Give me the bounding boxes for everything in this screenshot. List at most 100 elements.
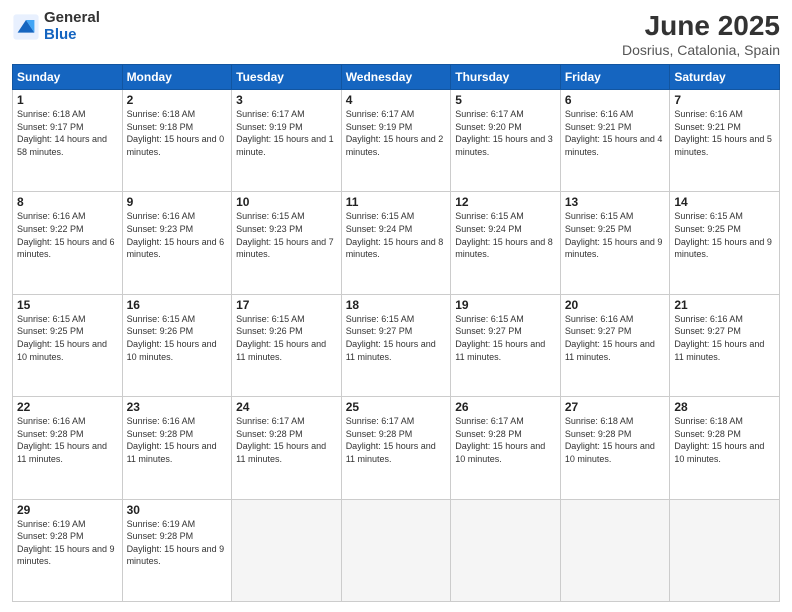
subtitle: Dosrius, Catalonia, Spain <box>622 42 780 58</box>
day-info: Sunrise: 6:19 AMSunset: 9:28 PMDaylight:… <box>17 518 118 568</box>
calendar-cell: 4Sunrise: 6:17 AMSunset: 9:19 PMDaylight… <box>341 90 451 192</box>
day-info: Sunrise: 6:17 AMSunset: 9:19 PMDaylight:… <box>236 108 337 158</box>
day-info: Sunrise: 6:15 AMSunset: 9:25 PMDaylight:… <box>17 313 118 363</box>
day-info: Sunrise: 6:15 AMSunset: 9:27 PMDaylight:… <box>346 313 447 363</box>
col-header-friday: Friday <box>560 65 670 90</box>
day-info: Sunrise: 6:17 AMSunset: 9:20 PMDaylight:… <box>455 108 556 158</box>
calendar-cell <box>341 499 451 601</box>
calendar-cell: 14Sunrise: 6:15 AMSunset: 9:25 PMDayligh… <box>670 192 780 294</box>
day-number: 26 <box>455 400 556 414</box>
day-number: 4 <box>346 93 447 107</box>
day-number: 8 <box>17 195 118 209</box>
day-info: Sunrise: 6:18 AMSunset: 9:28 PMDaylight:… <box>565 415 666 465</box>
week-row-1: 1Sunrise: 6:18 AMSunset: 9:17 PMDaylight… <box>13 90 780 192</box>
day-number: 22 <box>17 400 118 414</box>
calendar-cell: 5Sunrise: 6:17 AMSunset: 9:20 PMDaylight… <box>451 90 561 192</box>
logo: General Blue <box>12 10 100 43</box>
day-info: Sunrise: 6:16 AMSunset: 9:21 PMDaylight:… <box>565 108 666 158</box>
calendar-cell <box>670 499 780 601</box>
logo-blue: Blue <box>44 27 100 44</box>
day-info: Sunrise: 6:18 AMSunset: 9:28 PMDaylight:… <box>674 415 775 465</box>
day-info: Sunrise: 6:15 AMSunset: 9:26 PMDaylight:… <box>127 313 228 363</box>
day-info: Sunrise: 6:15 AMSunset: 9:24 PMDaylight:… <box>346 210 447 260</box>
calendar-cell: 1Sunrise: 6:18 AMSunset: 9:17 PMDaylight… <box>13 90 123 192</box>
day-number: 27 <box>565 400 666 414</box>
day-info: Sunrise: 6:16 AMSunset: 9:28 PMDaylight:… <box>17 415 118 465</box>
logo-general: General <box>44 10 100 27</box>
day-number: 17 <box>236 298 337 312</box>
calendar-cell: 21Sunrise: 6:16 AMSunset: 9:27 PMDayligh… <box>670 294 780 396</box>
calendar-cell: 22Sunrise: 6:16 AMSunset: 9:28 PMDayligh… <box>13 397 123 499</box>
day-number: 30 <box>127 503 228 517</box>
calendar-cell: 3Sunrise: 6:17 AMSunset: 9:19 PMDaylight… <box>232 90 342 192</box>
day-number: 25 <box>346 400 447 414</box>
calendar-cell: 25Sunrise: 6:17 AMSunset: 9:28 PMDayligh… <box>341 397 451 499</box>
day-number: 2 <box>127 93 228 107</box>
calendar-cell: 18Sunrise: 6:15 AMSunset: 9:27 PMDayligh… <box>341 294 451 396</box>
day-info: Sunrise: 6:16 AMSunset: 9:21 PMDaylight:… <box>674 108 775 158</box>
calendar-cell: 7Sunrise: 6:16 AMSunset: 9:21 PMDaylight… <box>670 90 780 192</box>
day-number: 14 <box>674 195 775 209</box>
calendar-cell <box>560 499 670 601</box>
day-number: 18 <box>346 298 447 312</box>
calendar-cell: 27Sunrise: 6:18 AMSunset: 9:28 PMDayligh… <box>560 397 670 499</box>
day-info: Sunrise: 6:16 AMSunset: 9:27 PMDaylight:… <box>565 313 666 363</box>
calendar-cell: 16Sunrise: 6:15 AMSunset: 9:26 PMDayligh… <box>122 294 232 396</box>
calendar-cell: 29Sunrise: 6:19 AMSunset: 9:28 PMDayligh… <box>13 499 123 601</box>
calendar-cell: 13Sunrise: 6:15 AMSunset: 9:25 PMDayligh… <box>560 192 670 294</box>
day-number: 6 <box>565 93 666 107</box>
calendar-cell: 2Sunrise: 6:18 AMSunset: 9:18 PMDaylight… <box>122 90 232 192</box>
col-header-wednesday: Wednesday <box>341 65 451 90</box>
logo-text: General Blue <box>44 10 100 43</box>
day-number: 3 <box>236 93 337 107</box>
main-title: June 2025 <box>622 10 780 42</box>
header: General Blue June 2025 Dosrius, Cataloni… <box>12 10 780 58</box>
day-info: Sunrise: 6:17 AMSunset: 9:19 PMDaylight:… <box>346 108 447 158</box>
col-header-tuesday: Tuesday <box>232 65 342 90</box>
day-info: Sunrise: 6:16 AMSunset: 9:28 PMDaylight:… <box>127 415 228 465</box>
day-number: 12 <box>455 195 556 209</box>
col-header-thursday: Thursday <box>451 65 561 90</box>
day-info: Sunrise: 6:16 AMSunset: 9:22 PMDaylight:… <box>17 210 118 260</box>
header-row: SundayMondayTuesdayWednesdayThursdayFrid… <box>13 65 780 90</box>
calendar-cell: 10Sunrise: 6:15 AMSunset: 9:23 PMDayligh… <box>232 192 342 294</box>
day-number: 28 <box>674 400 775 414</box>
calendar-cell: 26Sunrise: 6:17 AMSunset: 9:28 PMDayligh… <box>451 397 561 499</box>
day-number: 1 <box>17 93 118 107</box>
calendar-cell: 17Sunrise: 6:15 AMSunset: 9:26 PMDayligh… <box>232 294 342 396</box>
calendar-cell <box>232 499 342 601</box>
calendar-cell: 24Sunrise: 6:17 AMSunset: 9:28 PMDayligh… <box>232 397 342 499</box>
day-info: Sunrise: 6:15 AMSunset: 9:25 PMDaylight:… <box>674 210 775 260</box>
day-info: Sunrise: 6:16 AMSunset: 9:27 PMDaylight:… <box>674 313 775 363</box>
logo-icon <box>12 13 40 41</box>
calendar-cell: 28Sunrise: 6:18 AMSunset: 9:28 PMDayligh… <box>670 397 780 499</box>
calendar-cell <box>451 499 561 601</box>
calendar-cell: 30Sunrise: 6:19 AMSunset: 9:28 PMDayligh… <box>122 499 232 601</box>
day-number: 15 <box>17 298 118 312</box>
week-row-3: 15Sunrise: 6:15 AMSunset: 9:25 PMDayligh… <box>13 294 780 396</box>
day-info: Sunrise: 6:17 AMSunset: 9:28 PMDaylight:… <box>236 415 337 465</box>
day-info: Sunrise: 6:18 AMSunset: 9:18 PMDaylight:… <box>127 108 228 158</box>
day-number: 5 <box>455 93 556 107</box>
calendar-cell: 20Sunrise: 6:16 AMSunset: 9:27 PMDayligh… <box>560 294 670 396</box>
col-header-sunday: Sunday <box>13 65 123 90</box>
page: General Blue June 2025 Dosrius, Cataloni… <box>0 0 792 612</box>
calendar-cell: 23Sunrise: 6:16 AMSunset: 9:28 PMDayligh… <box>122 397 232 499</box>
day-number: 29 <box>17 503 118 517</box>
day-info: Sunrise: 6:18 AMSunset: 9:17 PMDaylight:… <box>17 108 118 158</box>
day-number: 11 <box>346 195 447 209</box>
day-info: Sunrise: 6:17 AMSunset: 9:28 PMDaylight:… <box>346 415 447 465</box>
day-info: Sunrise: 6:15 AMSunset: 9:26 PMDaylight:… <box>236 313 337 363</box>
day-info: Sunrise: 6:17 AMSunset: 9:28 PMDaylight:… <box>455 415 556 465</box>
day-number: 23 <box>127 400 228 414</box>
day-info: Sunrise: 6:19 AMSunset: 9:28 PMDaylight:… <box>127 518 228 568</box>
calendar-cell: 15Sunrise: 6:15 AMSunset: 9:25 PMDayligh… <box>13 294 123 396</box>
day-number: 7 <box>674 93 775 107</box>
day-number: 16 <box>127 298 228 312</box>
week-row-5: 29Sunrise: 6:19 AMSunset: 9:28 PMDayligh… <box>13 499 780 601</box>
calendar-cell: 12Sunrise: 6:15 AMSunset: 9:24 PMDayligh… <box>451 192 561 294</box>
calendar-cell: 8Sunrise: 6:16 AMSunset: 9:22 PMDaylight… <box>13 192 123 294</box>
calendar-cell: 9Sunrise: 6:16 AMSunset: 9:23 PMDaylight… <box>122 192 232 294</box>
day-info: Sunrise: 6:15 AMSunset: 9:27 PMDaylight:… <box>455 313 556 363</box>
day-number: 13 <box>565 195 666 209</box>
